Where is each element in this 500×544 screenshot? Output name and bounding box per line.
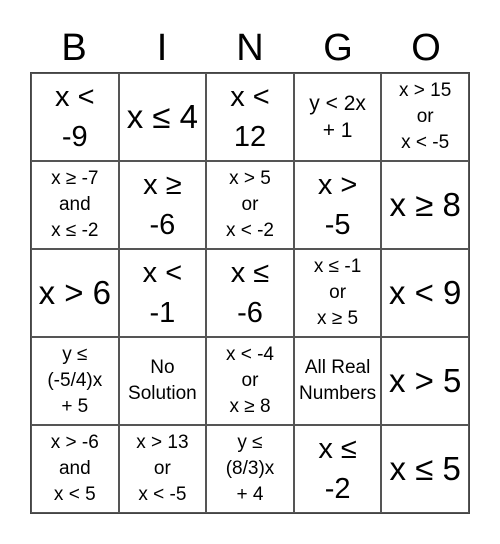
header-letter-n: N	[236, 27, 264, 69]
bingo-cell[interactable]: y ≤ (8/3)x + 4	[206, 425, 294, 513]
bingo-header: B I N G O	[30, 24, 470, 72]
bingo-cell[interactable]: x ≤ -2	[293, 425, 382, 513]
bingo-cell[interactable]: x ≤ -6	[206, 249, 294, 337]
bingo-cell[interactable]: x < -1	[118, 249, 207, 337]
bingo-cell[interactable]: No Solution	[118, 337, 207, 425]
bingo-cell[interactable]: x > -6 and x < 5	[31, 425, 119, 513]
header-letter-i: I	[156, 27, 168, 69]
bingo-cell[interactable]: All Real Numbers	[293, 337, 382, 425]
bingo-cell[interactable]: x > 5 or x < -2	[206, 161, 294, 249]
bingo-cell[interactable]: x ≤ 4	[118, 73, 207, 161]
bingo-cell[interactable]: x < -4 or x ≥ 8	[206, 337, 294, 425]
bingo-cell[interactable]: x > 15 or x < -5	[381, 73, 469, 161]
header-letter-b: B	[61, 27, 87, 69]
bingo-cell[interactable]: x ≥ 8	[381, 161, 469, 249]
bingo-cell[interactable]: x < 12	[206, 73, 294, 161]
header-letter-g: G	[323, 27, 353, 69]
bingo-cell[interactable]: x ≤ -1 or x ≥ 5	[293, 249, 382, 337]
bingo-grid: x < -9 x ≤ 4x < 12 y < 2x + 1x > 15 or x <…	[30, 72, 470, 514]
bingo-cell[interactable]: x > 13 or x < -5	[118, 425, 207, 513]
header-letter-o: O	[411, 27, 441, 69]
bingo-cell[interactable]: y < 2x + 1	[293, 73, 382, 161]
bingo-cell[interactable]: x < 9	[381, 249, 469, 337]
bingo-cell[interactable]: x > 6	[31, 249, 119, 337]
bingo-cell[interactable]: x < -9	[31, 73, 119, 161]
bingo-cell[interactable]: x > -5	[293, 161, 382, 249]
bingo-cell[interactable]: y ≤ (-5/4)x + 5	[31, 337, 119, 425]
bingo-cell[interactable]: x ≥ -6	[118, 161, 207, 249]
bingo-cell[interactable]: x ≤ 5	[381, 425, 469, 513]
bingo-cell[interactable]: x ≥ -7 and x ≤ -2	[31, 161, 119, 249]
bingo-cell[interactable]: x > 5	[381, 337, 469, 425]
